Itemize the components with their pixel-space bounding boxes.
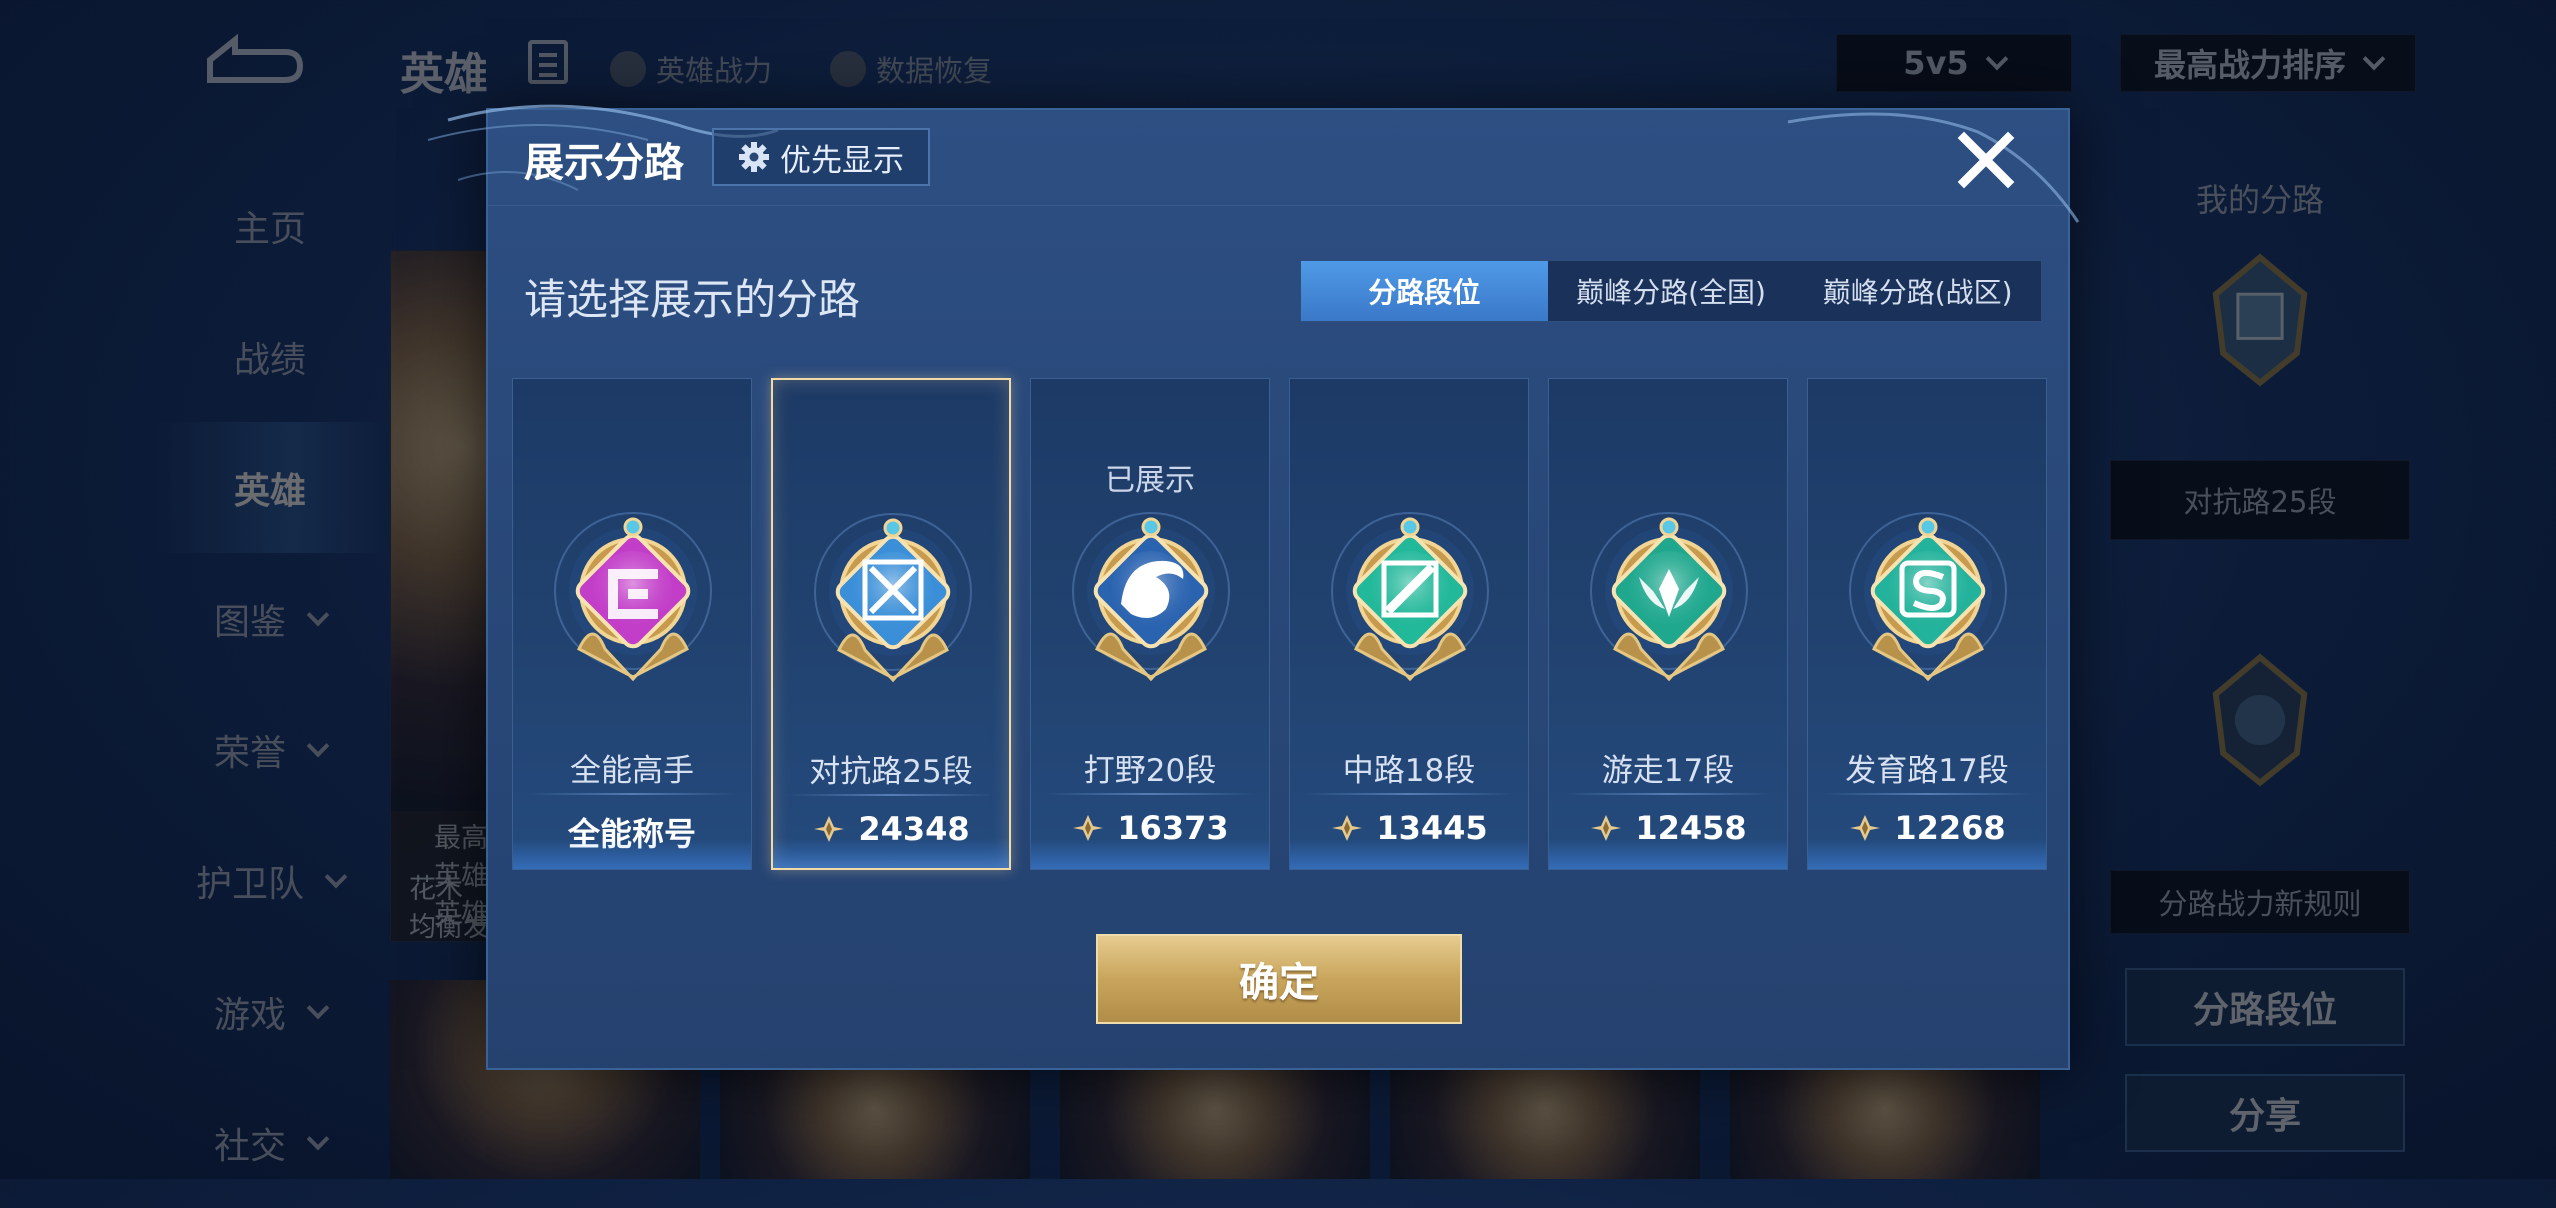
lane-card[interactable]: 对抗路25段 24348 <box>771 378 1011 870</box>
allround-emblem-icon <box>554 512 712 682</box>
dialog-title: 展示分路 <box>524 140 684 186</box>
lane-card[interactable]: 全能高手 全能称号 <box>512 378 752 870</box>
card-glow <box>1290 839 1528 869</box>
jungle-emblem-icon <box>1072 512 1230 682</box>
divider <box>1304 793 1514 795</box>
lane-card-list: 全能高手 全能称号 对抗路25段 24348 已展示 打野20段 16373 中路18段 134… <box>512 378 2048 870</box>
lane-card[interactable]: 游走17段 12458 <box>1548 378 1788 870</box>
divider <box>527 793 737 795</box>
dialog-subtitle: 请选择展示的分路 <box>524 275 861 324</box>
lane-name: 全能高手 <box>570 753 694 789</box>
dialog-header: 展示分路 优先显示 <box>488 110 2068 206</box>
clash-lane-emblem-icon <box>814 513 972 683</box>
priority-display-label: 优先显示 <box>780 142 904 179</box>
lane-card[interactable]: 中路18段 13445 <box>1289 378 1529 870</box>
tab-1[interactable]: 巅峰分路(全国) <box>1548 261 1795 321</box>
roam-emblem-icon <box>1590 512 1748 682</box>
divider <box>1563 793 1773 795</box>
lane-card[interactable]: 发育路17段 12268 <box>1807 378 2047 870</box>
lane-name: 发育路17段 <box>1845 753 2009 789</box>
displayed-badge: 已展示 <box>1105 463 1195 498</box>
mid-lane-emblem-icon <box>1331 512 1489 682</box>
divider <box>1822 793 2032 795</box>
close-icon[interactable] <box>1954 128 2018 192</box>
priority-display-button[interactable]: 优先显示 <box>712 128 930 186</box>
lane-name: 打野20段 <box>1083 753 1217 789</box>
card-glow <box>513 839 751 869</box>
lane-tabs: 分路段位 巅峰分路(全国) 巅峰分路(战区) <box>1300 260 2042 322</box>
divider <box>787 794 995 796</box>
divider <box>1045 793 1255 795</box>
confirm-button[interactable]: 确定 <box>1096 934 1462 1024</box>
lane-name: 中路18段 <box>1342 753 1476 789</box>
tab-0[interactable]: 分路段位 <box>1301 261 1548 321</box>
card-glow <box>1031 839 1269 869</box>
farm-lane-emblem-icon <box>1849 512 2007 682</box>
lane-name: 游走17段 <box>1601 753 1735 789</box>
card-glow <box>1549 839 1787 869</box>
card-glow <box>773 838 1009 868</box>
gear-icon <box>739 142 769 172</box>
card-glow <box>1808 839 2046 869</box>
display-lane-dialog: 展示分路 优先显示 请选择展示的分路 分路段位 巅峰分路(全国) 巅峰分路(战区… <box>427 104 2080 1070</box>
lane-card[interactable]: 已展示 打野20段 16373 <box>1030 378 1270 870</box>
tab-2[interactable]: 巅峰分路(战区) <box>1794 261 2041 321</box>
lane-name: 对抗路25段 <box>809 754 973 790</box>
